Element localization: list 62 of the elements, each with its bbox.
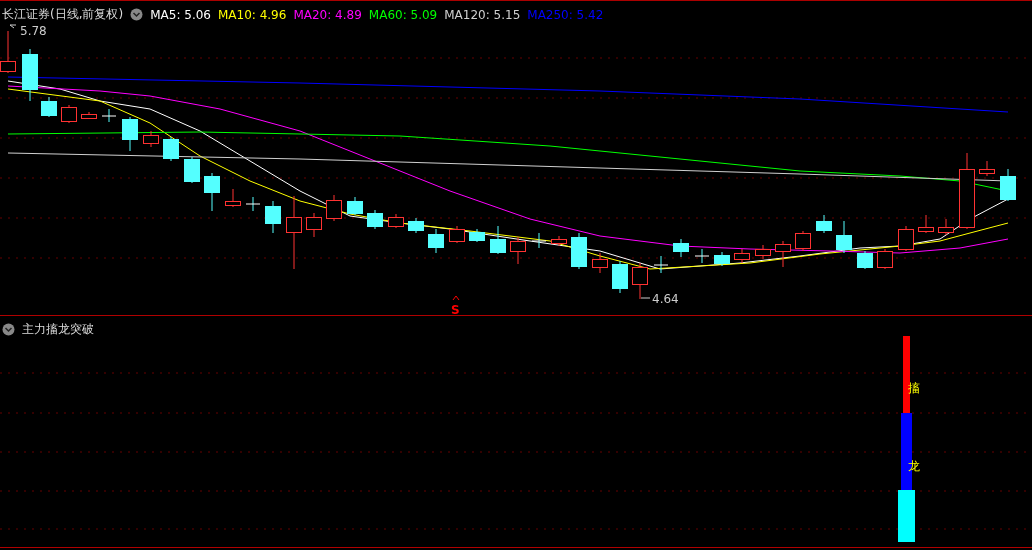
- candlestick: [61, 104, 77, 124]
- candlestick: [877, 248, 893, 270]
- high-price-label: 5.78: [20, 24, 47, 38]
- candlestick: [1000, 168, 1016, 202]
- candlestick: [449, 225, 465, 244]
- candlestick: [81, 111, 97, 120]
- candlestick: [571, 232, 587, 270]
- candlestick: [204, 172, 220, 212]
- candlestick: [265, 200, 281, 234]
- moving-average-label: MA5: 5.06: [150, 7, 211, 22]
- candlestick: [531, 232, 547, 249]
- candlestick: [857, 250, 873, 270]
- candlestick: [510, 236, 526, 265]
- candlestick: [163, 136, 179, 162]
- candlestick: [795, 230, 811, 252]
- candlestick: [245, 196, 261, 212]
- moving-average-label: MA250: 5.42: [527, 7, 604, 22]
- candlestick: [347, 196, 363, 216]
- candlestick: [469, 228, 485, 243]
- candlestick: [184, 156, 200, 184]
- candlestick: [734, 248, 750, 264]
- candlestick: [612, 260, 628, 294]
- indicator-title: 主力搐龙突破: [22, 321, 94, 338]
- candlestick: [101, 108, 117, 123]
- candlestick: [673, 238, 689, 258]
- candlestick: [225, 188, 241, 208]
- candlestick: [306, 212, 322, 238]
- moving-average-label: MA10: 4.96: [217, 7, 287, 22]
- candlestick: [918, 214, 934, 234]
- candlestick: [408, 217, 424, 234]
- candlestick: [979, 160, 995, 177]
- candlestick: [938, 218, 954, 236]
- candlestick: [388, 213, 404, 229]
- candlestick: [551, 235, 567, 247]
- caret-icon: [452, 295, 460, 301]
- low-price-label: 4.64: [652, 292, 679, 306]
- candlestick: [714, 251, 730, 267]
- moving-average-label: MA60: 5.09: [368, 7, 438, 22]
- candlestick: [694, 248, 710, 264]
- candlestick: [428, 228, 444, 254]
- candlestick: [41, 96, 57, 118]
- candlestick: [490, 225, 506, 255]
- candlestick: [143, 130, 159, 148]
- chart-title: 长江证券(日线,前复权): [2, 6, 124, 23]
- candlestick: [367, 209, 383, 230]
- moving-average-label: MA120: 5.15: [444, 7, 521, 22]
- candlestick: [816, 214, 832, 234]
- candlestick: [632, 262, 648, 300]
- candlestick: [592, 252, 608, 274]
- candlestick: [653, 255, 669, 274]
- candlestick: [775, 240, 791, 268]
- signal-marker: S: [451, 303, 460, 314]
- dropdown-icon[interactable]: [2, 323, 15, 336]
- dropdown-icon[interactable]: [130, 8, 144, 21]
- candlestick: [898, 225, 914, 252]
- candlestick: [122, 116, 138, 152]
- moving-average-label: MA20: 4.89: [293, 7, 362, 22]
- candlestick: [22, 48, 38, 102]
- high-pointer-icon: [9, 24, 17, 29]
- candlestick: [836, 220, 852, 254]
- candlestick: [326, 194, 342, 222]
- candlestick: [755, 244, 771, 260]
